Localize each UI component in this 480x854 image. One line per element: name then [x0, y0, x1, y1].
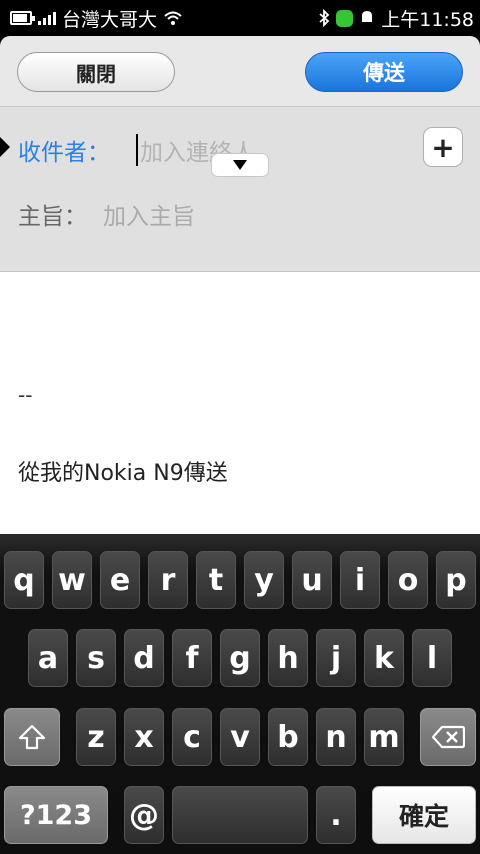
key-j[interactable]: j: [316, 629, 356, 687]
signature-text: 從我的Nokia N9傳送: [18, 461, 228, 486]
focus-indicator-arrow-icon: [0, 137, 10, 157]
key-q[interactable]: q: [4, 551, 44, 609]
key-c[interactable]: c: [172, 708, 212, 766]
key-i[interactable]: i: [340, 551, 380, 609]
key-v[interactable]: v: [220, 708, 260, 766]
wifi-icon: [164, 11, 182, 25]
signal-strength-icon: [38, 11, 56, 25]
operator-name: 台灣大哥大: [62, 8, 158, 31]
key-o[interactable]: o: [388, 551, 428, 609]
signature-separator: --: [18, 383, 33, 407]
status-bar: 台灣大哥大 上午11:58: [0, 0, 480, 36]
key-s[interactable]: s: [76, 629, 116, 687]
virtual-keyboard: q w e r t y u i o p a s d f g h j k l z …: [0, 534, 480, 854]
at-key[interactable]: @: [124, 786, 164, 844]
backspace-icon: [431, 725, 465, 749]
space-key[interactable]: [172, 786, 308, 844]
message-body-input[interactable]: -- 從我的Nokia N9傳送: [0, 272, 480, 534]
key-t[interactable]: t: [196, 551, 236, 609]
shift-key[interactable]: [4, 708, 60, 766]
key-x[interactable]: x: [124, 708, 164, 766]
send-button[interactable]: 傳送: [305, 52, 463, 92]
subject-input[interactable]: 加入主旨: [103, 197, 195, 231]
key-n[interactable]: n: [316, 708, 356, 766]
clock: 上午11:58: [381, 8, 474, 31]
key-d[interactable]: d: [124, 629, 164, 687]
expand-fields-toggle[interactable]: [211, 153, 269, 177]
text-cursor: [136, 134, 138, 166]
bluetooth-icon: [319, 9, 330, 27]
confirm-key[interactable]: 確定: [372, 786, 476, 844]
key-a[interactable]: a: [28, 629, 68, 687]
subject-label: 主旨：: [18, 204, 87, 230]
key-l[interactable]: l: [412, 629, 452, 687]
toolbar: 關閉 傳送: [0, 36, 480, 106]
key-e[interactable]: e: [100, 551, 140, 609]
shift-arrow-icon: [18, 724, 46, 750]
symbols-key[interactable]: ?123: [4, 786, 108, 844]
key-r[interactable]: r: [148, 551, 188, 609]
message-header-fields: 收件者： 加入連絡人 + 主旨： 加入主旨: [0, 106, 480, 272]
key-w[interactable]: w: [52, 551, 92, 609]
key-u[interactable]: u: [292, 551, 332, 609]
key-b[interactable]: b: [268, 708, 308, 766]
presence-online-icon: [336, 9, 354, 27]
add-contact-button[interactable]: +: [423, 127, 463, 167]
battery-icon: [10, 11, 35, 25]
notification-bell-icon: [362, 11, 373, 22]
key-y[interactable]: y: [244, 551, 284, 609]
key-m[interactable]: m: [364, 708, 404, 766]
key-g[interactable]: g: [220, 629, 260, 687]
chevron-down-icon: [233, 160, 247, 170]
close-button[interactable]: 關閉: [17, 52, 175, 92]
recipients-label: 收件者：: [18, 140, 110, 166]
key-f[interactable]: f: [172, 629, 212, 687]
backspace-key[interactable]: [420, 708, 476, 766]
key-h[interactable]: h: [268, 629, 308, 687]
period-key[interactable]: .: [316, 786, 356, 844]
key-k[interactable]: k: [364, 629, 404, 687]
key-z[interactable]: z: [76, 708, 116, 766]
key-p[interactable]: p: [436, 551, 476, 609]
